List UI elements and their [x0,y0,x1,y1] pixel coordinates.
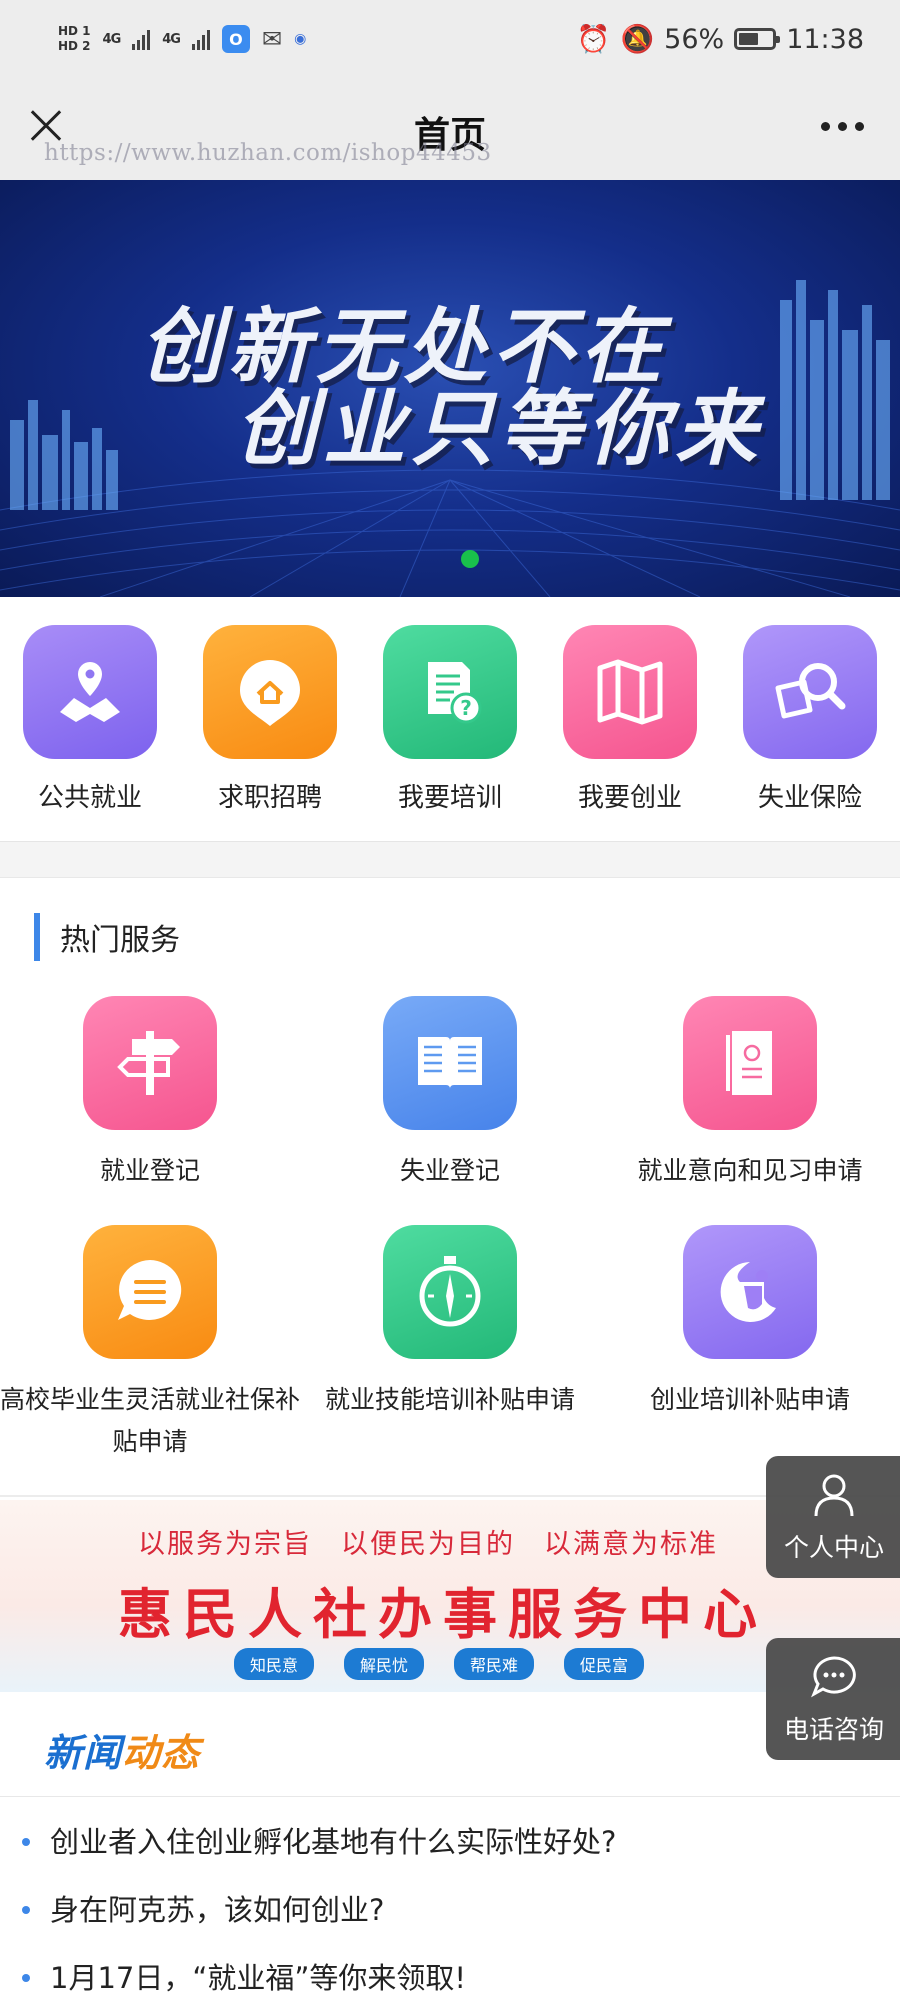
stopwatch-icon [383,1225,517,1359]
more-options-button[interactable] [821,122,864,131]
alarm-icon: ⏰ [576,24,611,55]
notification-dot-icon: ◉ [294,31,307,47]
banner-slogan: 以服务为宗旨 以便民为目的 以满意为标准 [138,1529,718,1560]
hd-indicator: HD 1 HD 2 [58,24,91,54]
personal-center-button[interactable]: 个人中心 [766,1456,900,1578]
status-bar: HD 1 HD 2 4G 4G O ✉ ◉ ⏰ 🔕 56% 11:38 [0,0,900,78]
user-icon [814,1474,854,1517]
quick-nav-label: 失业保险 [757,783,862,813]
service-entrepreneurship-training-subsidy[interactable]: 创业培训补贴申请 [600,1225,900,1421]
section-accent-bar [34,913,40,961]
news-item[interactable]: 1月17日，“就业福”等你来领取! [0,1944,900,2000]
wechat-icon: ✉ [261,25,283,53]
news-logo: 新闻动态 [44,1722,200,1777]
banner-tags: 知民意 解民忧 帮民难 促民富 [234,1648,645,1680]
banner-tag: 解民忧 [344,1648,425,1680]
section-title: 热门服务 [60,923,180,958]
quick-nav-label: 我要培训 [397,783,502,813]
news-logo-part2: 动态 [122,1731,201,1775]
status-left: HD 1 HD 2 4G 4G O ✉ ◉ [58,24,306,54]
service-label: 就业登记 [99,1156,200,1185]
chat-icon [811,1656,856,1698]
carousel-indicator[interactable] [461,550,479,568]
person-logo-icon [683,1225,817,1359]
home-bubble-icon [203,625,337,759]
hd1-label: HD 1 [58,24,91,38]
news-list: 创业者入住创业孵化基地有什么实际性好处? 身在阿克苏，该如何创业? 1月17日，… [0,1808,900,2000]
chat-bubble-icon [83,1225,217,1359]
quick-nav-unemployment-insurance[interactable]: 失业保险 [725,625,895,814]
banner-headline-2: 创业只等你来 [235,382,763,477]
service-label: 高校毕业生灵活就业社保补贴申请 [0,1385,301,1456]
quick-nav-public-employment[interactable]: 公共就业 [5,625,175,814]
signpost-icon [83,996,217,1130]
banner-tag: 促民富 [564,1648,645,1680]
service-label: 创业培训补贴申请 [649,1385,850,1414]
personal-center-label: 个人中心 [783,1533,884,1562]
signal-bars-icon [191,28,210,50]
hero-banner[interactable]: 创新无处不在 创业只等你来 [0,180,900,597]
news-item[interactable]: 创业者入住创业孵化基地有什么实际性好处? [0,1808,900,1876]
signal1-label: 4G [102,31,122,47]
mute-bell-icon: 🔕 [620,24,655,55]
svg-text:?: ? [460,696,472,720]
status-right: ⏰ 🔕 56% 11:38 [576,23,864,56]
service-label: 就业意向和见习申请 [637,1156,863,1185]
hot-services-header: 热门服务 [34,912,180,962]
banner-title: 惠民人社办事服务中心 [118,1583,768,1646]
quick-nav-training[interactable]: ? 我要培训 [365,625,535,814]
watermark-url: https://www.huzhan.com/ishop44453 [44,140,492,166]
section-gap [0,842,900,878]
clock: 11:38 [786,23,864,55]
banner-tag: 帮民难 [454,1648,535,1680]
news-item[interactable]: 身在阿克苏，该如何创业? [0,1876,900,1944]
service-skills-training-subsidy[interactable]: 就业技能培训补贴申请 [300,1225,600,1421]
id-card-icon [683,996,817,1130]
quick-nav-label: 我要创业 [577,783,682,813]
quick-nav: 公共就业 求职招聘 ? 我要培训 我要创业 失业保险 [0,597,900,842]
map-pin-icon [23,625,157,759]
quick-nav-label: 公共就业 [37,783,142,813]
document-question-icon: ? [383,625,517,759]
app-notification-icon: O [221,25,250,53]
service-graduate-subsidy[interactable]: 高校毕业生灵活就业社保补贴申请 [0,1225,300,1463]
signal2-label: 4G [162,31,181,47]
service-center-banner[interactable]: 以服务为宗旨 以便民为目的 以满意为标准 惠民人社办事服务中心 知民意 解民忧 … [0,1500,900,1692]
service-label: 就业技能培训补贴申请 [324,1385,575,1414]
service-label: 失业登记 [399,1156,500,1185]
phone-consult-label: 电话咨询 [783,1715,884,1744]
folded-map-icon [563,625,697,759]
service-unemployment-registration[interactable]: 失业登记 [300,996,600,1192]
section-divider [0,1495,900,1497]
quick-nav-label: 求职招聘 [217,783,322,813]
quick-nav-entrepreneurship[interactable]: 我要创业 [545,625,715,814]
battery-percent: 56% [664,23,725,55]
service-employment-registration[interactable]: 就业登记 [0,996,300,1192]
banner-tag: 知民意 [234,1648,315,1680]
magnifier-icon [743,625,877,759]
service-internship-application[interactable]: 就业意向和见习申请 [600,996,900,1192]
news-header: 新闻动态 [0,1692,900,1797]
phone-consult-button[interactable]: 电话咨询 [766,1638,900,1760]
news-logo-part1: 新闻 [44,1731,123,1775]
title-bar: 首页 https://www.huzhan.com/ishop44453 [0,78,900,180]
battery-icon [734,28,781,50]
open-book-icon [383,996,517,1130]
signal-bars-icon [132,28,151,50]
hd2-label: HD 2 [58,39,91,53]
quick-nav-job-recruitment[interactable]: 求职招聘 [185,625,355,814]
